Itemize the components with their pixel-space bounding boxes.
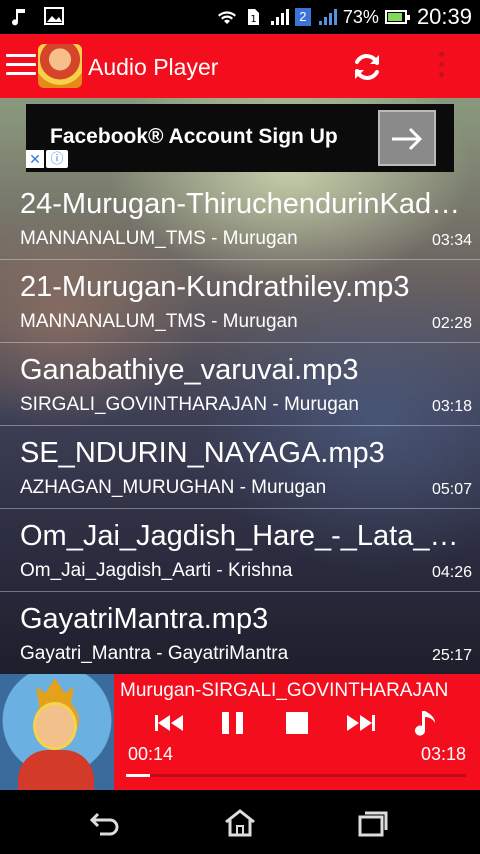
current-time: 00:14 — [128, 744, 174, 764]
sim2-badge: 2 — [294, 8, 311, 26]
list-item[interactable]: GayatriMantra.mp3 Gayatri_Mantra - Gayat… — [0, 593, 480, 674]
battery-percent: 73% — [342, 6, 379, 27]
stop-icon[interactable] — [280, 708, 314, 738]
signal-icon — [270, 9, 289, 25]
ad-info-icon[interactable]: ⓘ — [46, 150, 68, 168]
battery-icon — [384, 10, 410, 24]
menu-icon[interactable] — [6, 54, 36, 78]
track-title: SE_NDURIN_NAYAGA.mp3 — [20, 437, 385, 469]
player-bar: Murugan-SIRGALI_GOVINTHARAJAN 00:14 03:1… — [0, 674, 480, 790]
sim1-icon: 1 — [247, 9, 259, 25]
list-item[interactable]: 24-Murugan-ThiruchendurinKadalOram.mp3 M… — [0, 178, 480, 260]
refresh-icon[interactable] — [350, 50, 384, 84]
ad-close-icon[interactable]: ✕ — [26, 150, 44, 168]
playlist-music-icon[interactable] — [408, 708, 442, 738]
track-duration: 03:18 — [431, 398, 472, 415]
track-subtitle: Gayatri_Mantra - GayatriMantra — [20, 643, 289, 664]
now-playing-title: Murugan-SIRGALI_GOVINTHARAJAN — [120, 680, 449, 701]
status-bar: 1 2 73% 20:39 — [0, 0, 480, 34]
track-subtitle: AZHAGAN_MURUGHAN - Murugan — [20, 477, 327, 498]
music-note-icon — [12, 9, 25, 26]
pause-icon[interactable] — [216, 708, 250, 738]
navigation-bar — [0, 790, 480, 854]
previous-icon[interactable] — [152, 708, 186, 738]
list-item[interactable]: 21-Murugan-Kundrathiley.mp3 MANNANALUM_T… — [0, 261, 480, 343]
track-duration: 25:17 — [431, 647, 472, 664]
ad-text: Facebook® Account Sign Up — [50, 125, 338, 148]
clock: 20:39 — [416, 4, 472, 29]
track-list-area: Facebook® Account Sign Up ✕ ⓘ 24-Murugan… — [0, 98, 480, 674]
list-item[interactable]: Om_Jai_Jagdish_Hare_-_Lata_Mangeshkar.mp… — [0, 510, 480, 592]
track-title: GayatriMantra.mp3 — [20, 603, 269, 635]
back-icon[interactable] — [88, 808, 122, 838]
overflow-menu-icon[interactable] — [436, 52, 446, 80]
list-item[interactable]: SE_NDURIN_NAYAGA.mp3 AZHAGAN_MURUGHAN - … — [0, 427, 480, 509]
seek-bar[interactable] — [126, 774, 466, 777]
recent-apps-icon[interactable] — [356, 808, 390, 838]
track-duration: 05:07 — [431, 481, 472, 498]
track-duration: 04:26 — [431, 564, 472, 581]
next-icon[interactable] — [344, 708, 378, 738]
home-icon[interactable] — [223, 808, 257, 838]
svg-text:1: 1 — [250, 14, 256, 25]
track-subtitle: MANNANALUM_TMS - Murugan — [20, 311, 298, 332]
arrow-right-icon[interactable] — [378, 110, 436, 166]
track-subtitle: Om_Jai_Jagdish_Aarti - Krishna — [20, 560, 293, 581]
album-art[interactable] — [0, 674, 114, 790]
action-bar: Audio Player — [0, 34, 480, 98]
wifi-icon — [217, 11, 236, 24]
ad-banner[interactable]: Facebook® Account Sign Up — [26, 104, 454, 172]
track-title: Ganabathiye_varuvai.mp3 — [20, 354, 359, 386]
track-subtitle: SIRGALI_GOVINTHARAJAN - Murugan — [20, 394, 359, 415]
list-item[interactable]: Ganabathiye_varuvai.mp3 SIRGALI_GOVINTHA… — [0, 344, 480, 426]
seek-bar-progress — [126, 774, 150, 777]
total-time: 03:18 — [420, 744, 466, 764]
track-subtitle: MANNANALUM_TMS - Murugan — [20, 228, 298, 249]
image-icon — [44, 7, 64, 25]
app-logo — [38, 44, 82, 88]
app-title: Audio Player — [88, 54, 219, 80]
track-title: 21-Murugan-Kundrathiley.mp3 — [20, 271, 410, 303]
track-duration: 03:34 — [431, 232, 472, 249]
track-duration: 02:28 — [431, 315, 472, 332]
track-title: Om_Jai_Jagdish_Hare_-_Lata_Mangeshkar.mp… — [20, 520, 476, 552]
signal-icon — [318, 9, 337, 25]
track-title: 24-Murugan-ThiruchendurinKadalOram.mp3 — [20, 188, 476, 220]
